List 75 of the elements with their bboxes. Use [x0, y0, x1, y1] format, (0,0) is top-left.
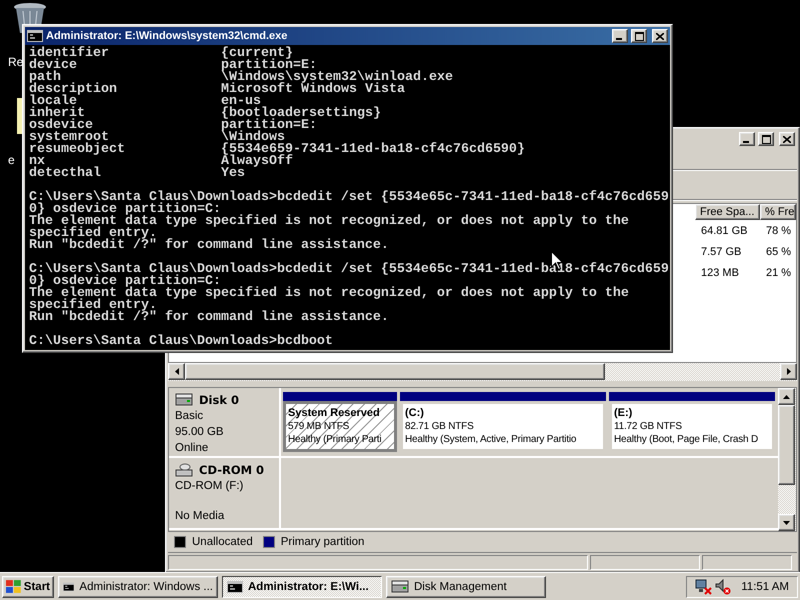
disk-status: No Media	[175, 509, 226, 524]
horizontal-scrollbar[interactable]	[168, 363, 797, 381]
console-text: Microsoft Windows Vista	[221, 84, 405, 96]
network-error-icon[interactable]	[695, 578, 714, 594]
disk-name: Disk 0	[175, 392, 273, 408]
maximize-button[interactable]	[631, 29, 647, 43]
console-text: path	[29, 72, 61, 84]
console-text: resumeobject	[29, 144, 126, 156]
close-icon	[656, 32, 664, 40]
minimize-button[interactable]	[739, 132, 755, 146]
console-text: Yes	[221, 168, 245, 180]
vertical-scrollbar[interactable]	[778, 388, 796, 531]
down-arrow-icon	[783, 520, 790, 524]
console-text: Run "bcdedit /?" for command line assistance.	[29, 312, 389, 324]
legend-label: Unallocated	[192, 536, 253, 548]
taskbar-button[interactable]: Administrator: E:\Wi...	[222, 576, 382, 598]
desktop-icon-label[interactable]: e	[8, 153, 15, 167]
table-cell-text: 123 MB	[700, 266, 740, 278]
table-cell-text: 21 %	[765, 266, 792, 278]
disk-type: CD-ROM (F:)	[175, 479, 244, 494]
up-arrow-icon	[783, 394, 790, 398]
partition[interactable]: System Reserved 579 MB NTFS Healthy (Primary Parti	[283, 401, 397, 452]
column-header[interactable]: % Fre	[760, 204, 796, 220]
command-prompt-icon	[27, 30, 43, 42]
scroll-up-button[interactable]	[778, 388, 795, 405]
close-button[interactable]	[652, 29, 668, 43]
console-text: osdevice	[29, 120, 93, 132]
disk-name: CD-ROM 0	[175, 462, 273, 478]
console-text: detecthal	[29, 168, 102, 180]
disk-type: Basic	[175, 409, 204, 424]
scroll-left-button[interactable]	[168, 363, 185, 380]
scroll-down-button[interactable]	[778, 514, 795, 531]
window-title: Administrator: E:\Windows\system32\cmd.exe	[46, 30, 288, 42]
column-header[interactable]: Free Spa...	[695, 204, 760, 220]
disk-status: Online	[175, 441, 210, 456]
console-text: {5534e659-7341-11ed-ba18-cf4c76cd6590}	[221, 144, 525, 156]
console-text: systemroot	[29, 132, 109, 144]
cd-drive-icon	[175, 462, 193, 478]
table-cell-text: 78 %	[765, 224, 792, 236]
maximize-button[interactable]	[758, 132, 774, 146]
partition[interactable]: (E:) 11.72 GB NTFS Healthy (Boot, Page File, Crash D	[609, 401, 775, 452]
console-text: \Windows\system32\winload.exe	[221, 72, 453, 84]
table-cell-text: 65 %	[765, 246, 792, 258]
start-button[interactable]: Start	[2, 576, 54, 598]
taskbar-button[interactable]: Disk Management	[386, 576, 546, 598]
scrollbar-thumb[interactable]	[778, 405, 795, 485]
console-text: AlwaysOff	[221, 156, 293, 168]
maximize-icon	[634, 32, 644, 40]
clock: 11:51 AM	[741, 580, 789, 592]
scroll-right-button[interactable]	[780, 363, 797, 380]
disk-drive-icon	[391, 580, 409, 594]
speaker-muted-icon[interactable]	[715, 578, 732, 594]
console-text: description	[29, 84, 118, 96]
legend-label: Primary partition	[280, 536, 364, 548]
table-cell-text: 64.81 GB	[700, 224, 748, 236]
maximize-icon	[762, 134, 770, 144]
console-text: {bootloadersettings}	[221, 108, 381, 120]
command-prompt-icon	[63, 580, 74, 592]
close-button[interactable]	[779, 132, 795, 146]
scrollbar-thumb[interactable]	[185, 363, 605, 380]
hard-drive-icon	[175, 393, 193, 407]
console-text: {current}	[221, 48, 293, 60]
console-text: C:\Users\Santa Claus\Downloads>bcdboot	[29, 336, 333, 348]
table-cell-text: 7.57 GB	[700, 246, 742, 258]
left-arrow-icon	[174, 368, 178, 375]
command-prompt-icon	[227, 580, 243, 592]
close-icon	[783, 136, 791, 142]
taskbar-button[interactable]: Administrator: Windows ...	[58, 576, 218, 598]
right-arrow-icon	[786, 368, 790, 375]
disk-size: 95.00 GB	[175, 425, 225, 440]
minimize-button[interactable]	[612, 29, 628, 43]
desktop-icon-label[interactable]: Re	[8, 55, 24, 69]
partition[interactable]: (C:) 82.71 GB NTFS Healthy (System, Active, Primary Partitio	[400, 401, 606, 452]
console-text: Run "bcdedit /?" for command line assistance.	[29, 240, 389, 252]
windows-logo-icon	[6, 580, 22, 594]
